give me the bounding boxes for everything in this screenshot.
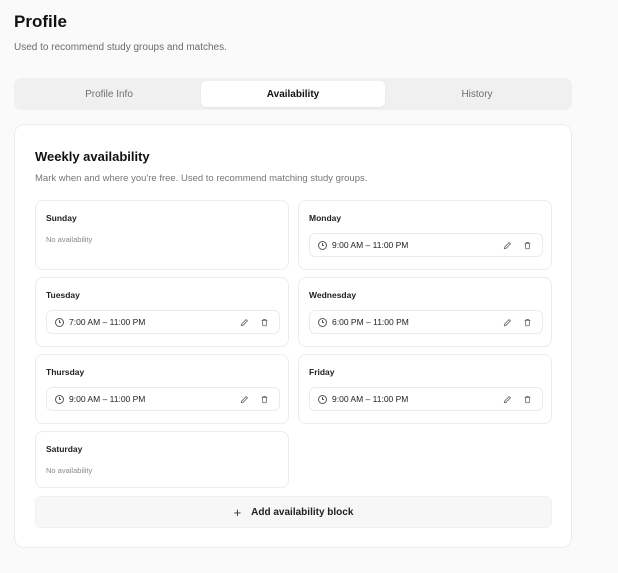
day-name: Friday	[309, 367, 335, 377]
time-slot: 6:00 PM – 11:00 PM	[309, 310, 543, 334]
day-card-thursday: Thursday 9:00 AM – 11:00 PM	[35, 354, 289, 424]
clock-icon	[55, 317, 64, 327]
day-card-saturday: Saturday No availability	[35, 431, 289, 488]
profile-tabs: Profile Info Availability History	[14, 78, 572, 110]
clock-icon	[318, 240, 327, 250]
add-availability-button[interactable]: + Add availability block	[35, 496, 552, 528]
day-name: Tuesday	[46, 290, 80, 300]
page-title: Profile	[14, 12, 67, 31]
no-availability-text: No availability	[46, 235, 93, 244]
slot-time: 9:00 AM – 11:00 PM	[69, 394, 146, 404]
day-card-wednesday: Wednesday 6:00 PM – 11:00 PM	[298, 277, 552, 347]
card-description: Mark when and where you're free. Used to…	[35, 173, 368, 184]
day-name: Monday	[309, 213, 342, 223]
pencil-icon[interactable]	[237, 392, 251, 406]
time-slot: 9:00 AM – 11:00 PM	[309, 387, 543, 411]
trash-icon[interactable]	[520, 392, 534, 406]
day-card-sunday: Sunday No availability	[35, 200, 289, 270]
tab-history[interactable]: History	[385, 81, 569, 107]
clock-icon	[318, 394, 327, 404]
time-slot: 7:00 AM – 11:00 PM	[46, 310, 280, 334]
plus-icon: +	[233, 504, 242, 520]
time-slot: 9:00 AM – 11:00 PM	[46, 387, 280, 411]
pencil-icon[interactable]	[237, 315, 251, 329]
day-card-tuesday: Tuesday 7:00 AM – 11:00 PM	[35, 277, 289, 347]
tab-availability[interactable]: Availability	[201, 81, 385, 107]
add-availability-label: Add availability block	[251, 506, 354, 518]
page-subtitle: Used to recommend study groups and match…	[14, 42, 227, 53]
tab-profile-info[interactable]: Profile Info	[17, 81, 201, 107]
day-card-monday: Monday 9:00 AM – 11:00 PM	[298, 200, 552, 270]
pencil-icon[interactable]	[500, 315, 514, 329]
trash-icon[interactable]	[257, 315, 271, 329]
clock-icon	[55, 394, 64, 404]
day-name: Sunday	[46, 213, 77, 223]
day-name: Wednesday	[309, 290, 357, 300]
weekly-availability-card: Weekly availability Mark when and where …	[14, 124, 572, 548]
slot-time: 6:00 PM – 11:00 PM	[332, 317, 409, 327]
pencil-icon[interactable]	[500, 392, 514, 406]
slot-time: 9:00 AM – 11:00 PM	[332, 394, 409, 404]
day-card-friday: Friday 9:00 AM – 11:00 PM	[298, 354, 552, 424]
clock-icon	[318, 317, 327, 327]
slot-time: 7:00 AM – 11:00 PM	[69, 317, 146, 327]
day-name: Saturday	[46, 444, 83, 454]
slot-time: 9:00 AM – 11:00 PM	[332, 240, 409, 250]
trash-icon[interactable]	[520, 238, 534, 252]
trash-icon[interactable]	[520, 315, 534, 329]
pencil-icon[interactable]	[500, 238, 514, 252]
time-slot: 9:00 AM – 11:00 PM	[309, 233, 543, 257]
day-name: Thursday	[46, 367, 85, 377]
trash-icon[interactable]	[257, 392, 271, 406]
card-title: Weekly availability	[35, 149, 150, 164]
no-availability-text: No availability	[46, 466, 93, 475]
